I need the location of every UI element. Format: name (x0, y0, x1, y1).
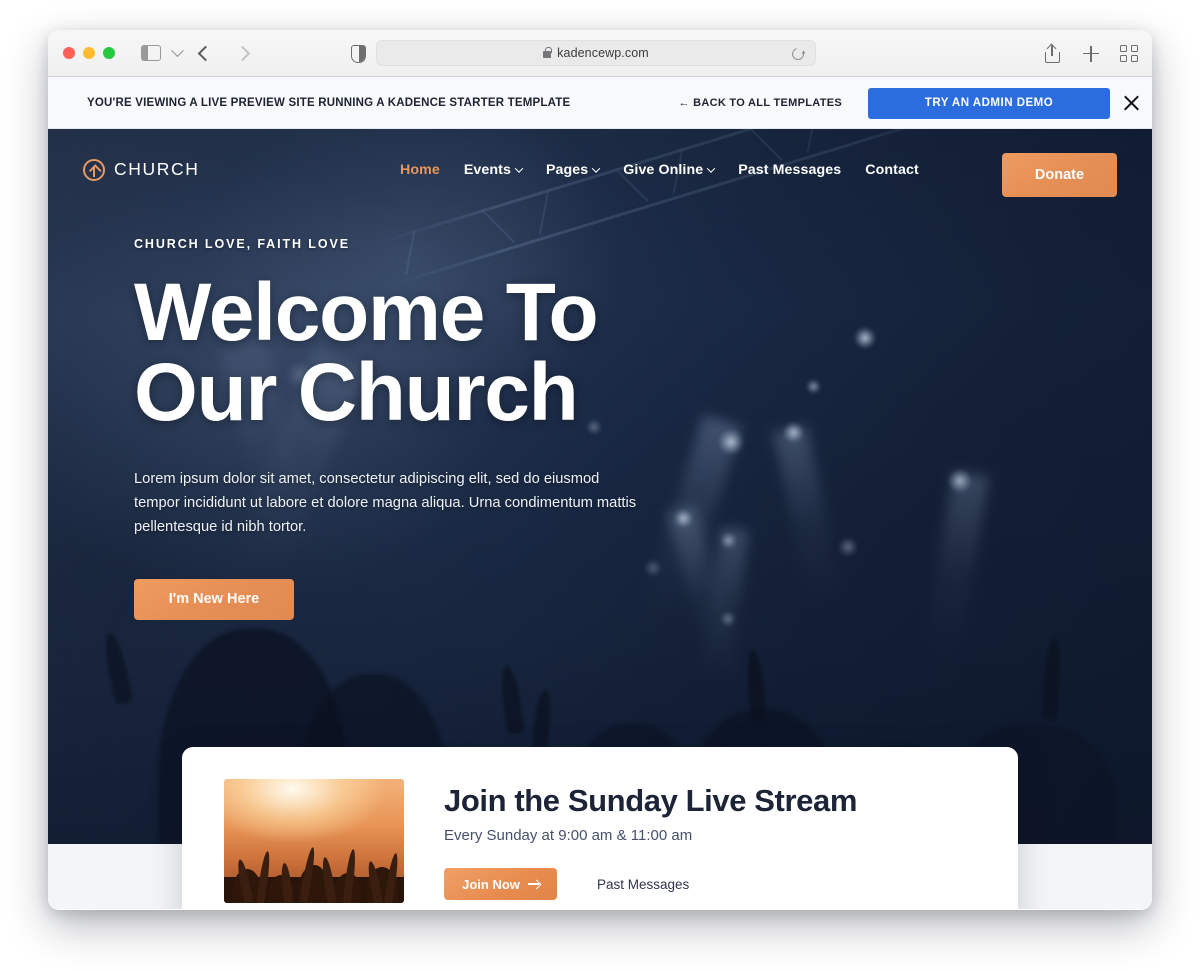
past-messages-link[interactable]: Past Messages (597, 877, 689, 892)
url-text: kadencewp.com (557, 46, 649, 60)
arrow-right-icon (527, 883, 539, 885)
join-now-button[interactable]: Join Now (444, 868, 557, 900)
donate-button[interactable]: Donate (1002, 153, 1117, 197)
nav-label: Home (400, 161, 440, 178)
back-to-templates-link[interactable]: ← BACK TO ALL TEMPLATES (678, 97, 842, 109)
reload-icon[interactable] (789, 45, 807, 63)
site-logo[interactable]: CHURCH (83, 158, 200, 181)
live-stream-title: Join the Sunday Live Stream (444, 783, 857, 818)
hero-paragraph: Lorem ipsum dolor sit amet, consectetur … (134, 470, 637, 535)
minimize-window-button[interactable] (83, 47, 95, 59)
join-now-label: Join Now (462, 876, 520, 892)
live-stream-body: Join the Sunday Live Stream Every Sunday… (444, 779, 857, 900)
hero-eyebrow: CHURCH LOVE, FAITH LOVE (134, 237, 350, 251)
privacy-shield-icon[interactable] (351, 45, 366, 63)
close-icon[interactable] (1110, 77, 1152, 129)
address-bar[interactable]: kadencewp.com (376, 40, 816, 66)
try-admin-demo-button[interactable]: TRY AN ADMIN DEMO (868, 87, 1110, 119)
main-navigation: Home Events Pages Give Online Past Messa… (400, 129, 919, 210)
chevron-down-icon (706, 163, 716, 173)
live-stream-thumbnail (224, 779, 404, 903)
toolbar-right-controls (1044, 30, 1138, 77)
im-new-here-button[interactable]: I'm New Here (134, 578, 294, 620)
close-window-button[interactable] (63, 47, 75, 59)
address-bar-content: kadencewp.com (543, 46, 649, 60)
nav-label: Give Online (623, 161, 704, 178)
hero-title-line-1: Welcome To (134, 267, 599, 358)
nav-item-give-online[interactable]: Give Online (623, 161, 716, 178)
circle-up-arrow-logo-icon (83, 158, 105, 181)
forward-arrow-icon (234, 45, 251, 61)
browser-toolbar: kadencewp.com (48, 30, 1152, 77)
nav-label: Events (463, 161, 511, 178)
nav-item-pages[interactable]: Pages (545, 161, 601, 178)
nav-item-past-messages[interactable]: Past Messages (738, 162, 841, 178)
live-stream-subtitle: Every Sunday at 9:00 am & 11:00 am (444, 827, 693, 844)
back-arrow-icon[interactable] (197, 45, 214, 61)
nav-label: Pages (545, 161, 589, 178)
chevron-down-icon (592, 163, 601, 173)
plus-icon[interactable] (1082, 45, 1100, 63)
nav-label: Past Messages (738, 161, 842, 178)
live-stream-card: Join the Sunday Live Stream Every Sunday… (182, 747, 1018, 909)
tab-overview-icon[interactable] (1120, 44, 1138, 63)
preview-banner: YOU'RE VIEWING A LIVE PREVIEW SITE RUNNI… (48, 77, 1152, 129)
site-viewport: CHURCH Home Events Pages Give Online Pas… (48, 129, 1152, 909)
hero-content: CHURCH LOVE, FAITH LOVE Welcome To Our C… (134, 237, 644, 620)
toolbar-left-controls (115, 43, 251, 61)
window-controls (63, 47, 115, 59)
lock-icon (543, 46, 552, 58)
sidebar-toggle-icon[interactable] (141, 45, 161, 61)
maximize-window-button[interactable] (103, 47, 115, 59)
preview-banner-actions: ← BACK TO ALL TEMPLATES TRY AN ADMIN DEM… (678, 77, 1152, 129)
screenshot-root: kadencewp.com YOU'RE VIEWING A LIVE PREV… (0, 0, 1200, 972)
hero-section: CHURCH Home Events Pages Give Online Pas… (48, 129, 1152, 844)
chevron-down-icon (514, 163, 524, 173)
hero-title-line-2: Our Church (134, 347, 579, 439)
share-icon[interactable] (1044, 43, 1062, 63)
nav-item-events[interactable]: Events (463, 161, 524, 178)
live-stream-actions: Join Now Past Messages (444, 868, 857, 900)
site-header: CHURCH Home Events Pages Give Online Pas… (48, 129, 1152, 210)
nav-item-contact[interactable]: Contact (865, 162, 919, 178)
chevron-down-icon[interactable] (171, 43, 184, 57)
nav-label: Contact (865, 161, 919, 178)
nav-item-home[interactable]: Home (400, 162, 440, 178)
preview-banner-message: YOU'RE VIEWING A LIVE PREVIEW SITE RUNNI… (87, 96, 571, 109)
hero-title: Welcome To Our Church (134, 267, 644, 439)
brand-name: CHURCH (114, 159, 200, 179)
browser-window: kadencewp.com YOU'RE VIEWING A LIVE PREV… (48, 30, 1152, 910)
